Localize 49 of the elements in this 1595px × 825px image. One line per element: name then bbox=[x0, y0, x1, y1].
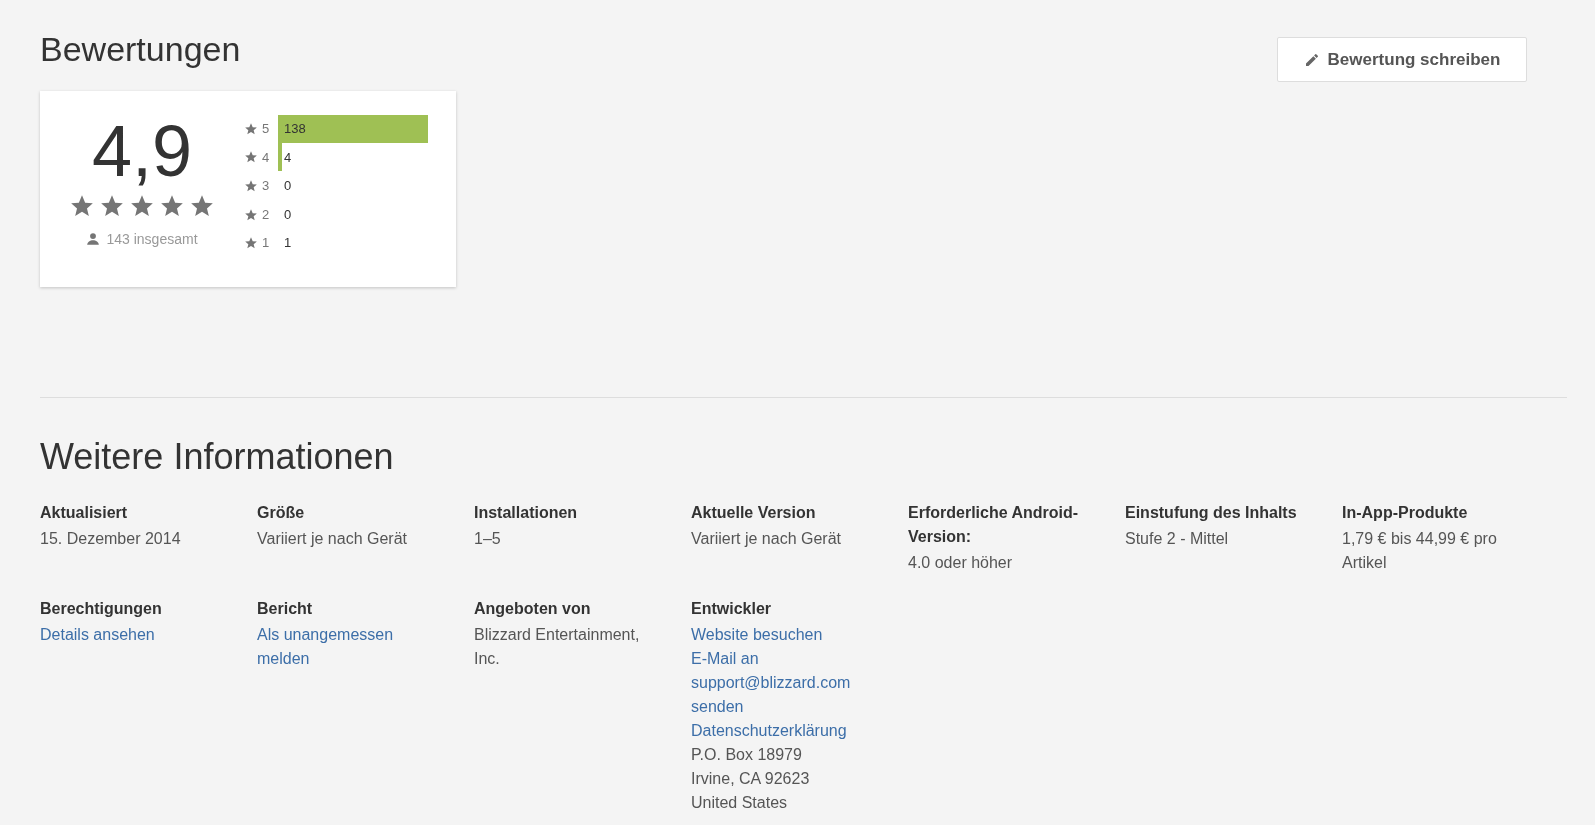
info-value: United States bbox=[691, 792, 789, 813]
info-link[interactable]: Website besuchen bbox=[691, 622, 880, 647]
info-value: Variiert je nach Gerät bbox=[257, 528, 408, 549]
info-value: 1–5 bbox=[474, 528, 502, 549]
info-value: Stufe 2 - Mittel bbox=[1125, 528, 1230, 549]
info-label: Aktuelle Version bbox=[691, 502, 817, 523]
info-label: Aktualisiert bbox=[40, 502, 129, 523]
person-icon bbox=[86, 232, 101, 246]
star-level-label: 4 bbox=[261, 148, 271, 167]
info-label: Entwickler bbox=[691, 598, 773, 619]
star-level-label: 5 bbox=[261, 120, 271, 139]
info-label: Einstufung des Inhalts bbox=[1125, 502, 1298, 523]
info-label: Installationen bbox=[474, 502, 579, 523]
info-label: Berechtigungen bbox=[40, 598, 163, 619]
info-value: P.O. Box 18979 bbox=[691, 744, 803, 765]
info-link[interactable]: E-Mail an support@blizzard.com senden bbox=[691, 646, 880, 719]
average-rating: 4,9 bbox=[91, 114, 193, 187]
info-label: Angeboten von bbox=[474, 598, 592, 619]
star-icon bbox=[244, 121, 258, 136]
info-value: Variiert je nach Gerät bbox=[691, 528, 842, 549]
info-value: Irvine, CA 92623 bbox=[691, 768, 811, 789]
info-label: Bericht bbox=[257, 598, 314, 619]
pencil-icon bbox=[1303, 51, 1320, 68]
info-value: 15. Dezember 2014 bbox=[40, 528, 182, 549]
info-label: In-App-Produkte bbox=[1342, 502, 1469, 523]
rating-count: 1 bbox=[283, 234, 292, 253]
section-title: Weitere Informationen bbox=[40, 434, 395, 479]
info-value: 4.0 oder höher bbox=[908, 552, 1014, 573]
info-label: Größe bbox=[257, 502, 306, 523]
write-review-button[interactable]: Bewertung schreiben bbox=[1277, 37, 1527, 82]
rating-count: 0 bbox=[283, 205, 292, 224]
info-link[interactable]: Als unangemessen melden bbox=[257, 622, 446, 671]
star-icon bbox=[244, 179, 258, 193]
star-icon bbox=[244, 207, 258, 222]
info-link[interactable]: Details ansehen bbox=[40, 622, 229, 647]
rating-count: 138 bbox=[283, 120, 306, 139]
info-value: 1,79 € bis 44,99 € pro Artikel bbox=[1342, 528, 1498, 573]
info-label: Erforderliche Android-Version: bbox=[908, 502, 1080, 547]
section-title: Bewertungen bbox=[40, 29, 242, 70]
info-value: Blizzard Entertainment, Inc. bbox=[474, 624, 641, 669]
star-icon bbox=[244, 150, 258, 165]
star-icon bbox=[244, 236, 258, 251]
star-level-label: 1 bbox=[261, 234, 271, 253]
star-level-label: 2 bbox=[261, 205, 271, 224]
rating-count: 0 bbox=[283, 177, 292, 196]
info-link[interactable]: Datenschutzerklärung bbox=[691, 718, 880, 743]
rating-count: 4 bbox=[283, 148, 292, 167]
star-level-label: 3 bbox=[261, 177, 271, 196]
total-ratings: 143 insgesamt bbox=[106, 229, 198, 249]
